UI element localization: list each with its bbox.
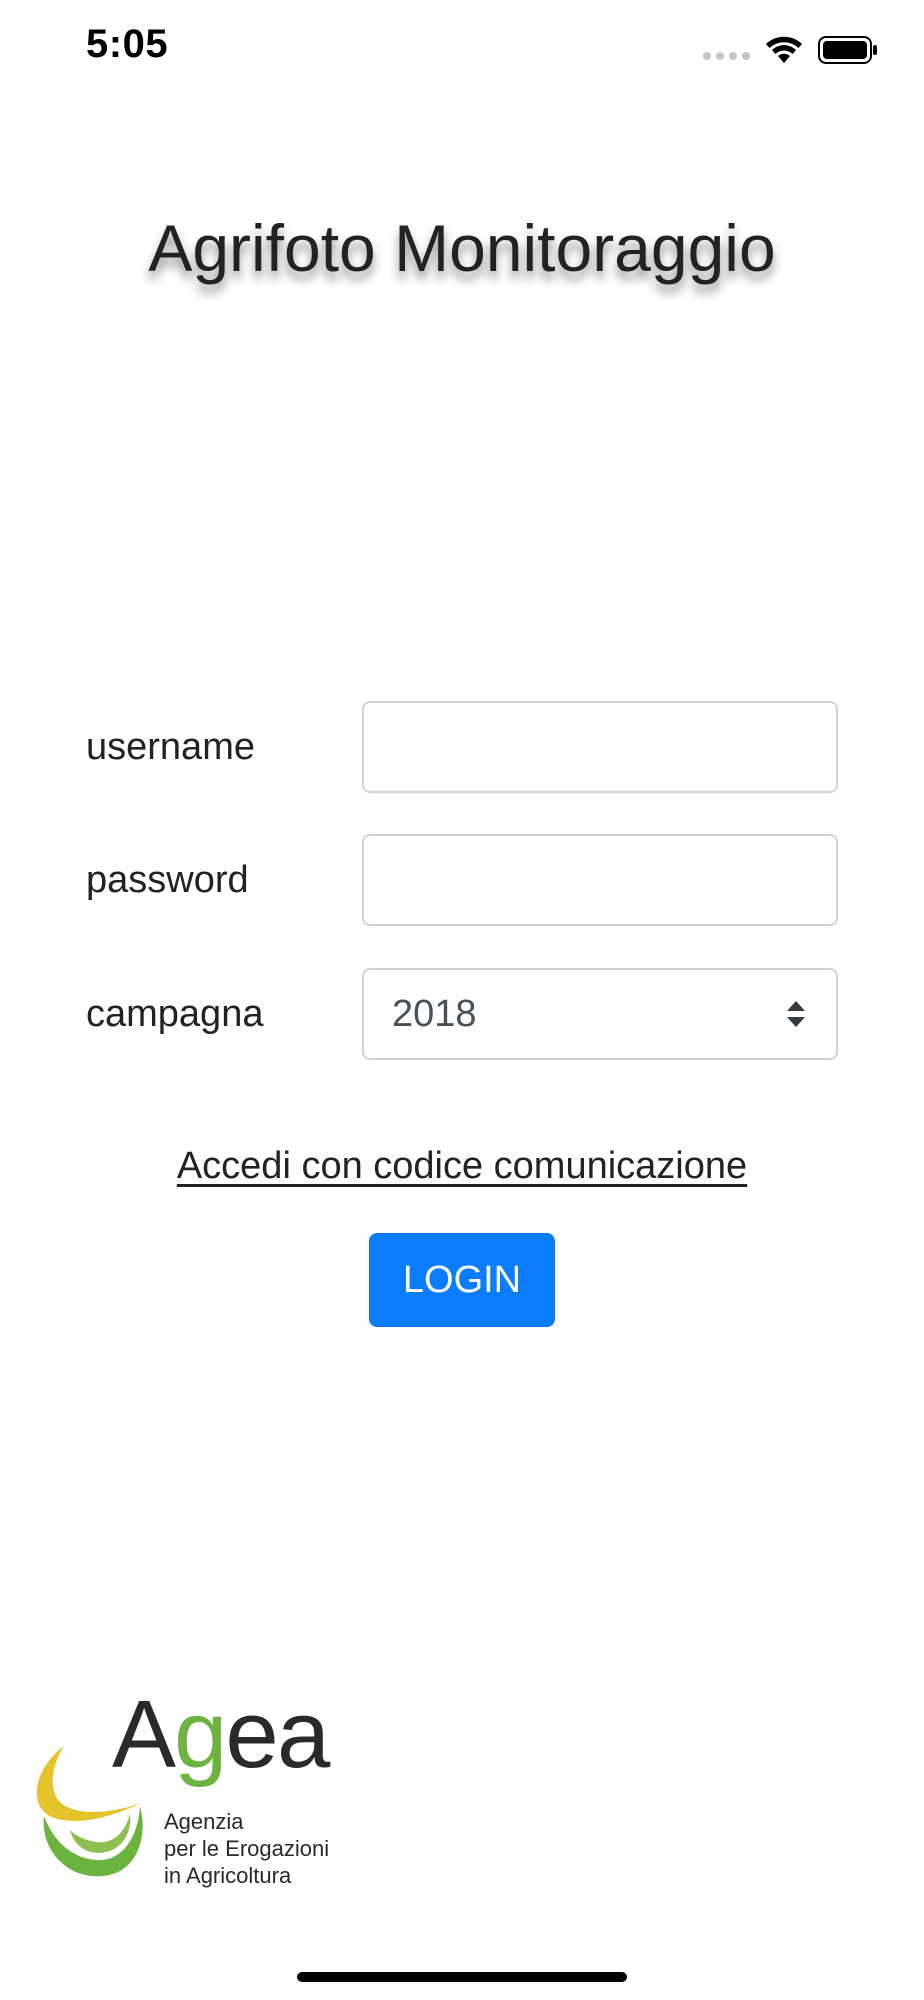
agea-logo-subtitle: Agenzia per le Erogazioni in Agricoltura: [164, 1808, 329, 1889]
agea-subtitle-line: in Agricoltura: [164, 1863, 292, 1888]
battery-icon: [818, 36, 877, 64]
signal-dots-icon: [703, 52, 750, 60]
campaign-row: campagna 2018: [86, 968, 838, 1060]
login-button[interactable]: LOGIN: [369, 1233, 555, 1327]
password-input[interactable]: [362, 834, 838, 926]
alt-login-link[interactable]: Accedi con codice comunicazione: [0, 1145, 924, 1188]
agea-subtitle-line: per le Erogazioni: [164, 1836, 330, 1861]
agea-subtitle-line: Agenzia: [164, 1809, 244, 1834]
status-icons: [703, 30, 878, 70]
username-label: username: [86, 726, 255, 768]
app-title: Agrifoto Monitoraggio: [148, 211, 776, 285]
agea-logo: Agea Agenzia per le Erogazioni in Agrico…: [26, 1681, 346, 1900]
select-arrows-icon: [787, 1001, 805, 1027]
password-row: password: [86, 834, 838, 926]
campaign-selected-value: 2018: [392, 992, 477, 1035]
status-time: 5:05: [86, 22, 169, 66]
campaign-select[interactable]: 2018: [362, 968, 838, 1060]
username-input[interactable]: [362, 701, 838, 793]
username-row: username: [86, 701, 838, 793]
password-label: password: [86, 859, 249, 901]
home-indicator[interactable]: [297, 1972, 627, 1982]
campaign-label: campagna: [86, 993, 264, 1035]
agea-logo-word: Agea: [112, 1681, 330, 1788]
wifi-icon: [766, 36, 802, 63]
